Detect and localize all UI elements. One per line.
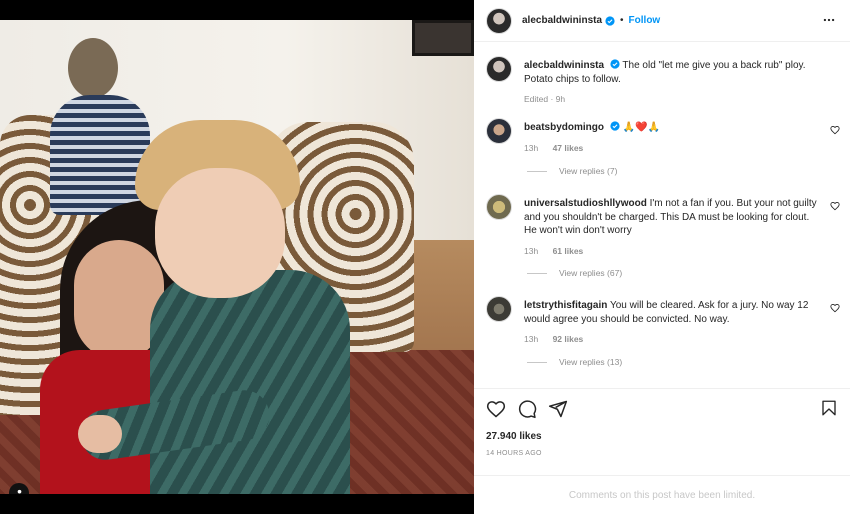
separator-dot: • [620,15,624,26]
comment-likes[interactable]: 92 likes [553,334,584,344]
verified-badge-icon [605,15,615,26]
comments-list[interactable]: alecbaldwininsta The old "let me give yo… [474,42,850,388]
view-replies-button[interactable]: View replies (13) [527,357,622,367]
comment-age: 13h [524,245,539,256]
save-bookmark-icon[interactable] [820,399,838,417]
comment-bubble-icon[interactable] [517,399,537,419]
view-replies-button[interactable]: View replies (67) [527,268,622,278]
follow-button[interactable]: Follow [629,15,661,26]
author-avatar[interactable] [486,56,512,82]
instagram-post-view: alecbaldwininsta • Follow alecbaldwinins… [0,0,850,514]
like-comment-heart-icon[interactable] [830,303,840,313]
comment-username[interactable]: beatsbydomingo [524,122,604,133]
like-heart-icon[interactable] [486,399,506,419]
view-replies-button[interactable]: View replies (7) [527,166,617,176]
like-comment-heart-icon[interactable] [830,201,840,211]
post-details-panel: alecbaldwininsta • Follow alecbaldwinins… [474,0,850,514]
verified-badge-icon [610,59,620,69]
media-panel [0,0,474,514]
share-paper-plane-icon[interactable] [548,399,568,419]
caption-username[interactable]: alecbaldwininsta [524,60,604,71]
comment-age: 13h [524,142,539,153]
commenter-avatar[interactable] [486,296,512,322]
comment-age: 13h [524,334,539,344]
post-actions: 27.940 likes 14 HOURS AGO Comments on th… [474,388,850,514]
likes-count[interactable]: 27.940 likes [486,431,542,442]
commenter-avatar[interactable] [486,194,512,220]
like-comment-heart-icon[interactable] [830,125,840,135]
author-username[interactable]: alecbaldwininsta [522,15,602,26]
comments-limited-notice: Comments on this post have been limited. [474,475,850,514]
comment-text: 🙏❤️🙏 [622,122,660,133]
comment-likes[interactable]: 47 likes [553,143,584,153]
comment-username[interactable]: letstrythisfitagain [524,300,607,311]
caption-meta: Edited · 9h [524,94,566,104]
comment-username[interactable]: universalstudioshllywood [524,198,647,209]
commenter-avatar[interactable] [486,118,512,144]
author-avatar[interactable] [486,7,512,34]
post-header: alecbaldwininsta • Follow [474,0,850,42]
post-timestamp: 14 HOURS AGO [486,450,542,457]
comment-likes[interactable]: 61 likes [553,246,584,256]
more-options-icon[interactable] [822,13,836,27]
post-photo[interactable] [0,20,474,494]
person-icon [17,489,21,494]
verified-badge-icon [610,121,620,131]
